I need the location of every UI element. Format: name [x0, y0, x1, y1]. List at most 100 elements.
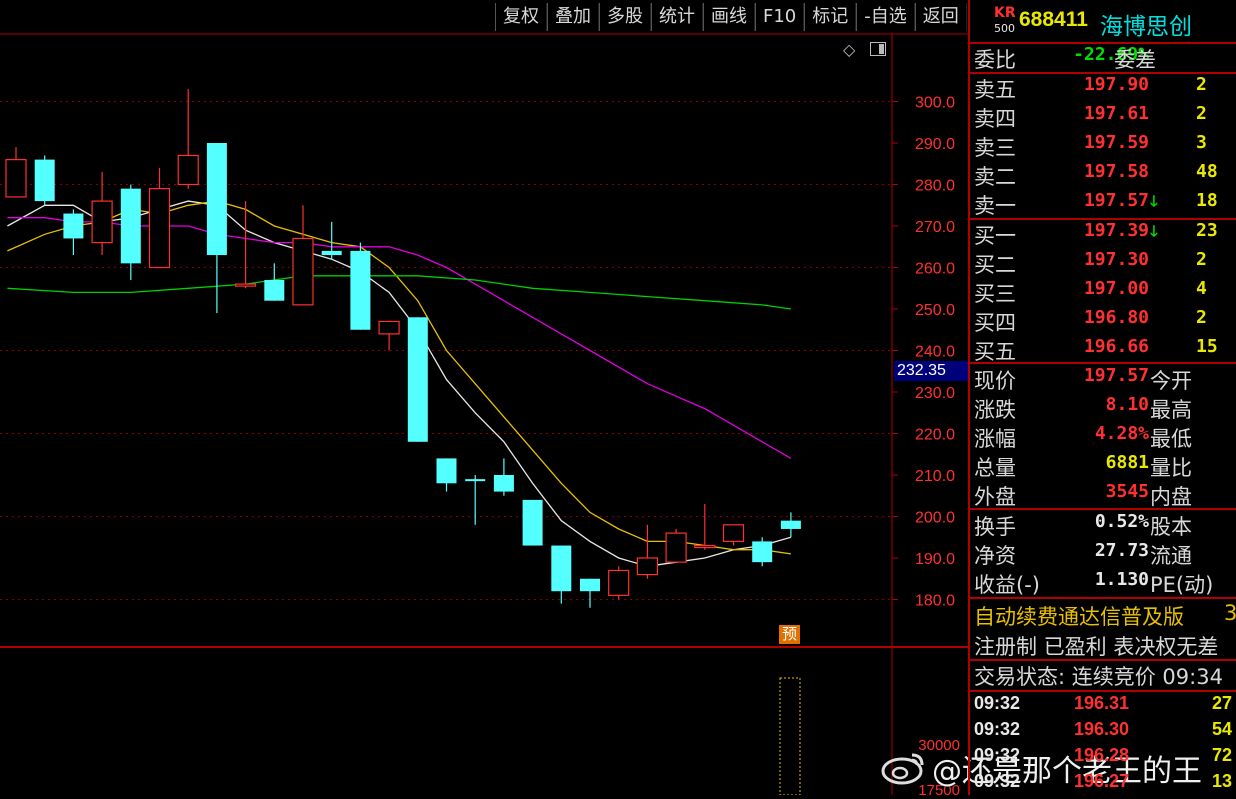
candle-body	[5, 159, 27, 198]
bids-price: 196.80	[1083, 307, 1149, 328]
asks-price: 197.59	[1083, 132, 1149, 153]
toolbar-button[interactable]: -自选	[856, 3, 915, 31]
kline-chart[interactable]: 300.0 290.0 280.0 270.0 260.0 250.0 240.0 230.0…	[0, 0, 1202, 795]
tick-time: 09:32	[974, 745, 1021, 765]
asks-label: 卖三	[974, 136, 1016, 160]
candle-body	[722, 524, 745, 542]
toolbar-button[interactable]: 标记	[804, 3, 857, 31]
stats-label: 涨幅	[974, 427, 1016, 451]
asks-volume: 2	[1196, 74, 1207, 95]
tick-price: 196.31	[1074, 693, 1130, 713]
tick-price: 196.27	[1074, 771, 1130, 791]
asks-volume: 18	[1196, 190, 1218, 211]
bids-volume: 2	[1196, 249, 1207, 270]
asks-price: 197.61	[1083, 103, 1149, 124]
candle-body	[264, 279, 285, 301]
y-tick-label: 220.0	[915, 427, 955, 444]
kr-badge: KR 500	[994, 5, 1016, 36]
stats-label: 外盘	[974, 485, 1016, 509]
bids-volume: 2	[1196, 307, 1207, 328]
quote-panel: KR 500 688411 海博思创 委比 -22.69% 委差 卖五 197.9…	[968, 0, 1236, 795]
notice-num: 3	[1224, 601, 1236, 625]
asks-volume: 2	[1196, 103, 1207, 124]
asks-label: 卖二	[974, 165, 1016, 189]
y-tick-label: 250.0	[915, 302, 955, 319]
candle-body	[493, 475, 514, 492]
asks-volume: 48	[1196, 161, 1218, 182]
bids-price: 197.30	[1083, 249, 1149, 270]
asks-volume: 3	[1196, 132, 1207, 153]
tick-time: 09:32	[974, 719, 1021, 739]
stock-code: 688411	[1019, 8, 1088, 31]
candle-body	[608, 569, 630, 596]
candle-body	[206, 143, 227, 256]
candle-body	[780, 520, 801, 529]
y-tick-label: 210.0	[915, 468, 955, 485]
stats2-label: 净资	[974, 544, 1016, 568]
toolbar-button[interactable]: 复权	[495, 3, 547, 31]
toolbar-button[interactable]: F10	[755, 3, 805, 31]
stats-label2: 今开	[1150, 369, 1192, 393]
panel-toggle-icon[interactable]	[870, 42, 886, 56]
candle-body	[292, 237, 314, 306]
stats-value: 6881	[1105, 452, 1149, 473]
kline-svg[interactable]: 300.0 290.0 280.0 270.0 260.0 250.0 240.0 230.0…	[0, 0, 968, 795]
stats-value: 4.28%	[1094, 423, 1149, 444]
candle-body	[120, 188, 141, 264]
tick-time: 09:32	[974, 693, 1021, 713]
divider	[970, 690, 1236, 692]
y-tick-label: 280.0	[915, 178, 955, 195]
asks-label: 卖五	[974, 78, 1016, 102]
y-tick-label: 180.0	[915, 593, 955, 610]
stats-value: 3545	[1105, 481, 1149, 502]
asks-label: 卖四	[974, 107, 1016, 131]
stats2-value: 0.52%	[1094, 511, 1149, 532]
bids-volume: 23	[1196, 220, 1218, 241]
candle-body	[34, 159, 55, 202]
stats2-label2: 股本	[1150, 515, 1192, 539]
candle-body	[148, 188, 171, 269]
stats-label: 总量	[974, 456, 1016, 480]
candle-body	[752, 541, 773, 563]
tick-volume: 72	[1212, 745, 1233, 765]
bids-price: 197.00	[1083, 278, 1149, 299]
weibo-icon	[881, 753, 924, 785]
notice-text: 自动续费通达信普及版	[974, 605, 1184, 629]
bids-label: 买一	[974, 224, 1016, 248]
toolbar-button[interactable]: 统计	[651, 3, 703, 31]
toolbar-button[interactable]: 叠加	[547, 3, 599, 31]
toolbar-button[interactable]: 返回	[914, 3, 967, 31]
stats-label: 涨跌	[974, 398, 1016, 422]
stock-name: 海博思创	[1100, 14, 1192, 40]
stats2-value: 27.73	[1094, 540, 1149, 561]
candle-body	[91, 200, 113, 244]
asks-price: 197.58	[1083, 161, 1149, 182]
toolbar-button[interactable]: 画线	[703, 3, 755, 31]
stats-label2: 最低	[1150, 427, 1192, 451]
y-tick-label: 270.0	[915, 219, 955, 236]
candle-body	[63, 213, 84, 239]
divider	[970, 597, 1236, 599]
candle-body	[177, 154, 199, 186]
notice-row[interactable]: 自动续费通达信普及版 3	[974, 601, 1236, 631]
candle-body	[580, 578, 600, 592]
bids-volume: 4	[1196, 278, 1207, 299]
diamond-icon[interactable]: ◇	[843, 40, 855, 59]
tick-volume: 13	[1212, 771, 1233, 791]
down-arrow-icon: 🡓	[1150, 222, 1158, 240]
stock-header[interactable]: KR 500 688411 海博思创	[970, 0, 1236, 42]
toolbar-button[interactable]: 多股	[599, 3, 651, 31]
tags-row: 注册制 已盈利 表决权无差	[974, 635, 1219, 659]
stats-label: 现价	[974, 369, 1016, 393]
candle-body	[665, 532, 687, 563]
y-tick-label: 300.0	[915, 95, 955, 112]
tick-volume: 27	[1212, 693, 1233, 713]
asks-price: 197.90	[1083, 74, 1149, 95]
candle-body	[378, 320, 400, 335]
stats2-label2: 流通	[1150, 544, 1192, 568]
bids-price: 196.66	[1083, 336, 1149, 357]
candle-body	[465, 479, 486, 482]
bids-volume: 15	[1196, 336, 1218, 357]
y-tick-label: 230.0	[915, 385, 955, 402]
stats2-label: 收益(-)	[974, 573, 1040, 597]
